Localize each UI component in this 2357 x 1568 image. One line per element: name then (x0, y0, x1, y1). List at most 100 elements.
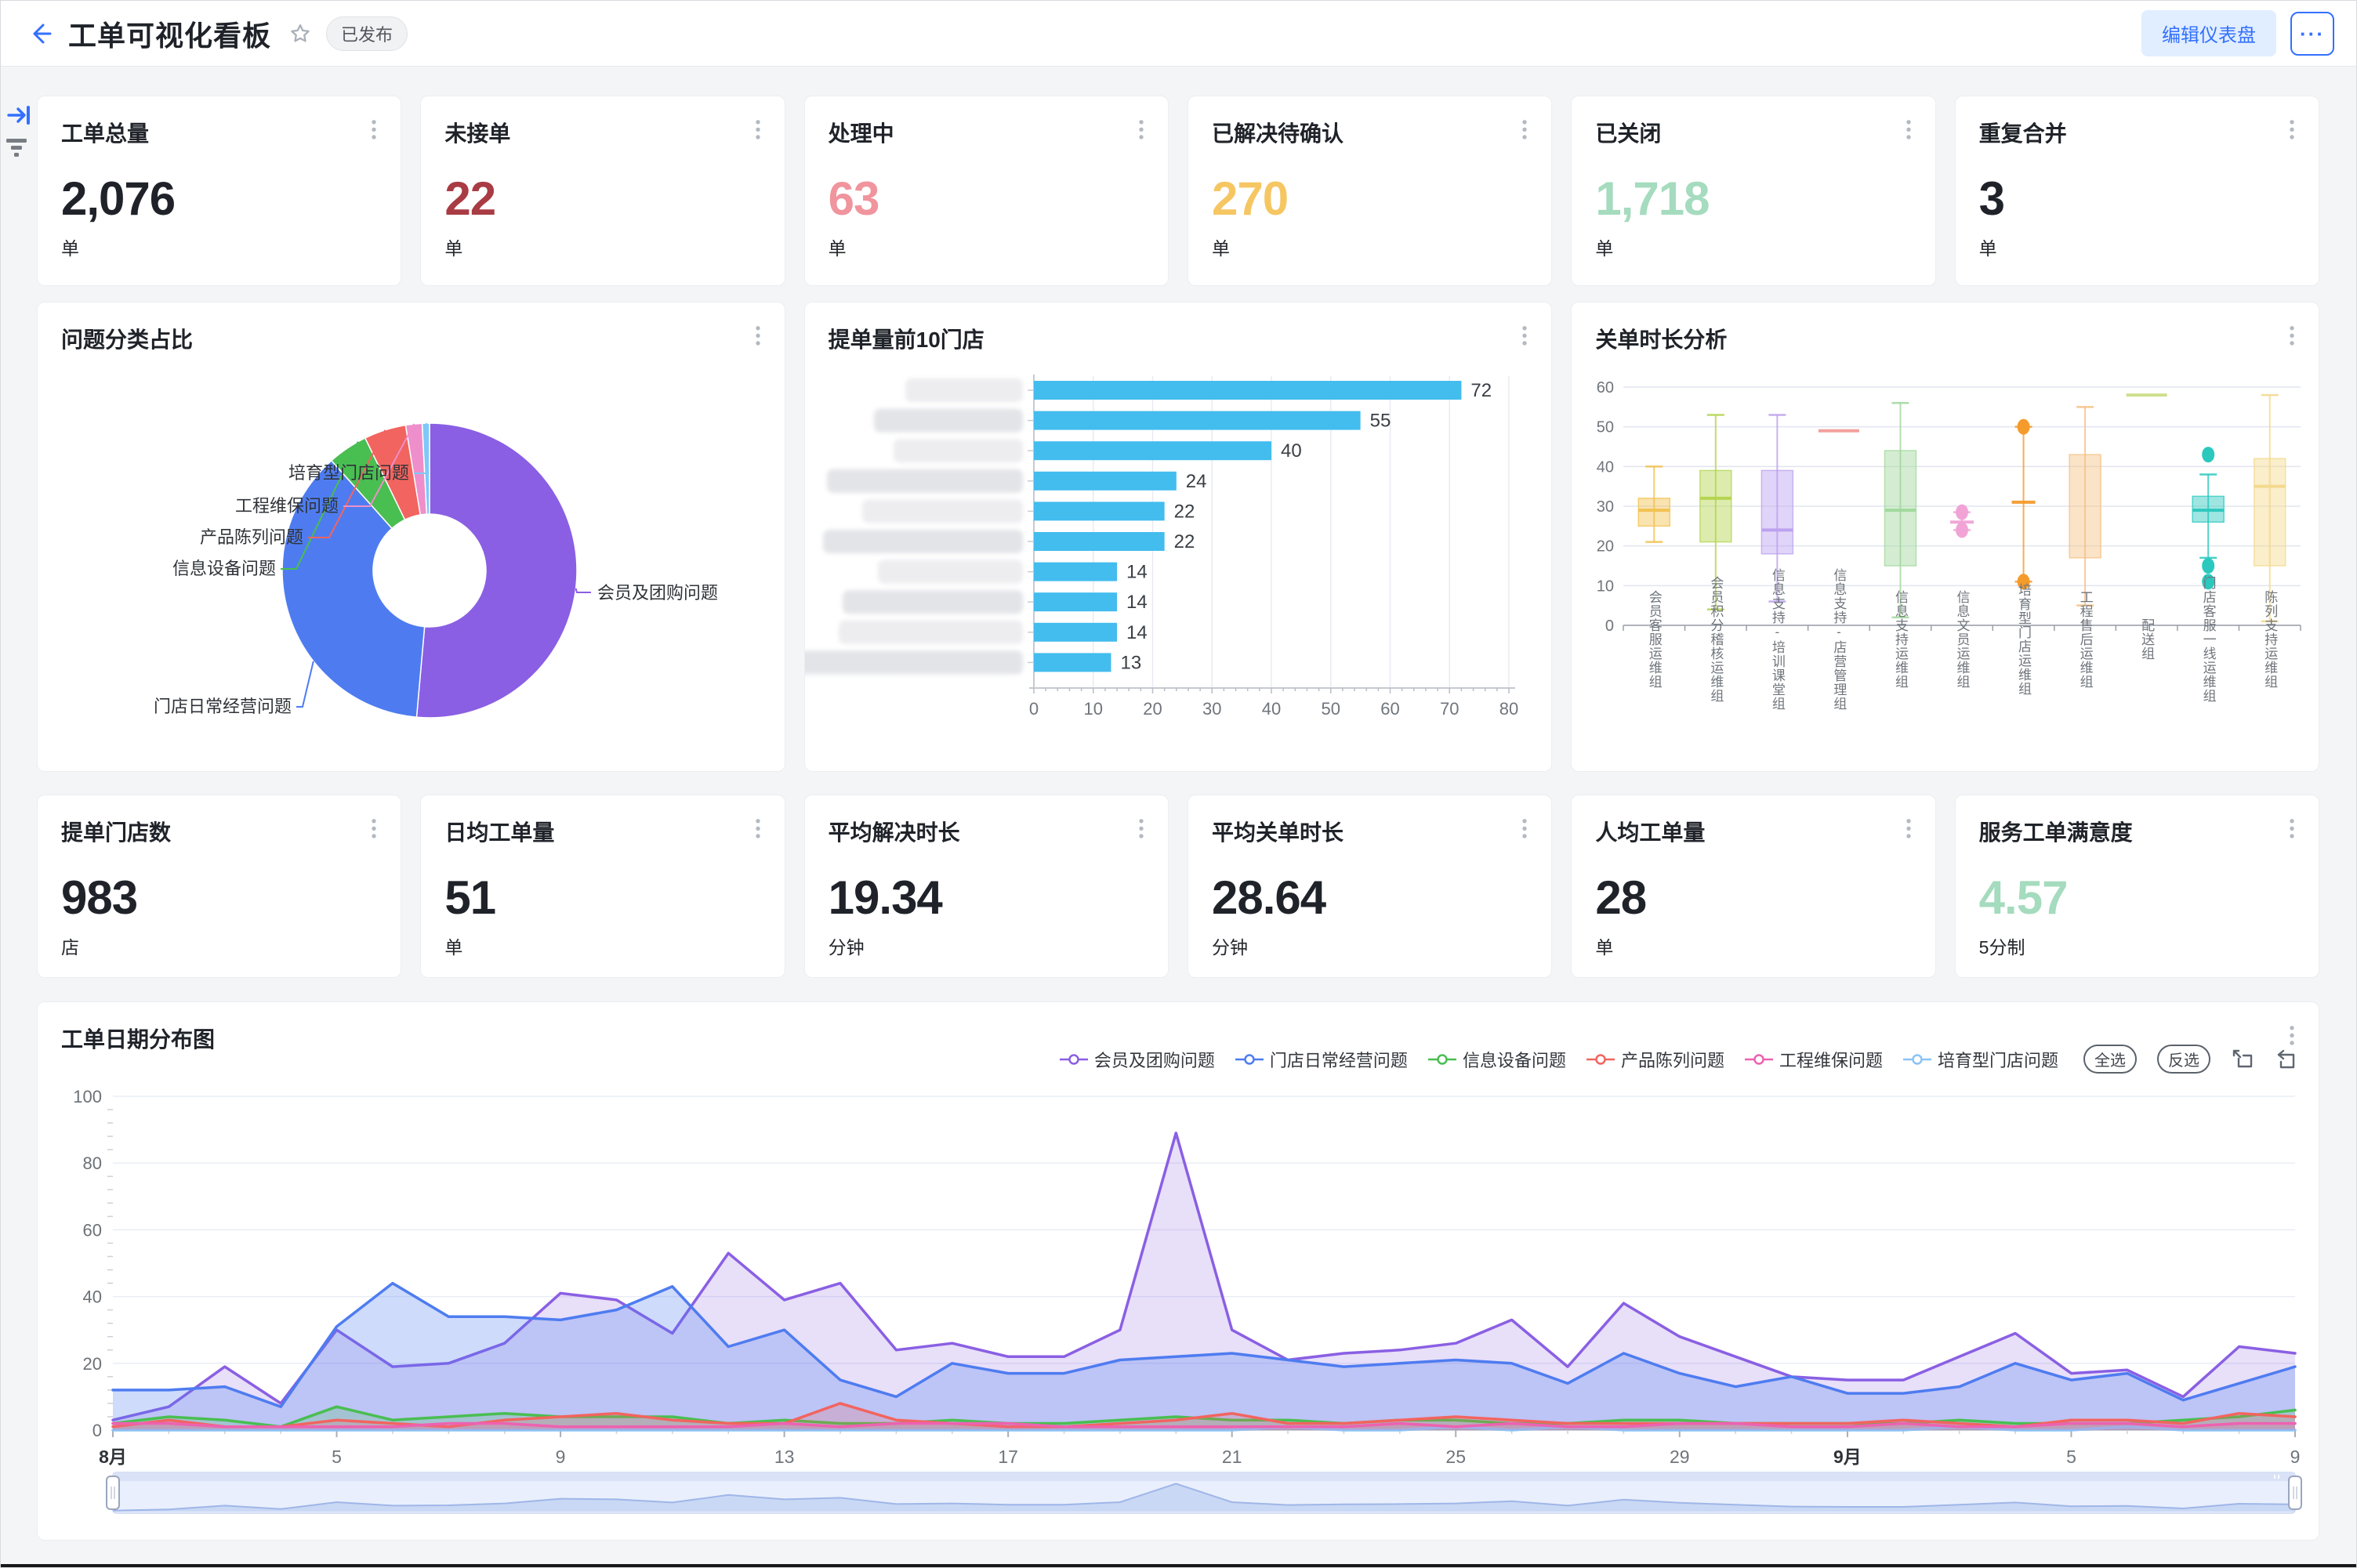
svg-text:20: 20 (83, 1354, 102, 1374)
svg-text:8月: 8月 (99, 1447, 127, 1467)
bar-chart-card: 提单量前10门店 0102030405060708072554024222214… (804, 302, 1553, 772)
card-menu-button[interactable] (1521, 118, 1528, 141)
svg-text:55: 55 (1369, 411, 1391, 432)
more-actions-button[interactable]: ··· (2290, 12, 2334, 56)
svg-text:40: 40 (1281, 440, 1302, 462)
data-zoom-icon[interactable] (2231, 1048, 2254, 1071)
svg-text:门店客服一线运维组: 门店客服一线运维组 (2201, 576, 2217, 703)
card-menu-button[interactable] (755, 817, 761, 840)
svg-text:产品陈列问题: 产品陈列问题 (200, 527, 303, 547)
kpi-card: 工单总量 2,076 单 (37, 96, 401, 286)
kpi-unit: 5分制 (1956, 925, 2319, 959)
legend-select-all-button[interactable]: 全选 (2083, 1045, 2137, 1074)
card-menu-button[interactable] (1906, 118, 1912, 141)
timeline-chart-card: 工单日期分布图 会员及团购问题门店日常经营问题信息设备问题产品陈列问题工程维保问… (37, 1001, 2319, 1541)
kpi-card: 已解决待确认 270 单 (1188, 96, 1552, 286)
legend-invert-selection-button[interactable]: 反选 (2157, 1045, 2210, 1074)
boxplot-chart: 0102030405060会员客服运维组会员积分稽核运维组信息支持-培训课堂组信… (1572, 353, 2319, 771)
svg-text:80: 80 (83, 1153, 102, 1173)
kpi-unit: 单 (421, 226, 784, 260)
kpi-card: 服务工单满意度 4.57 5分制 (1955, 795, 2319, 978)
svg-text:9: 9 (2290, 1447, 2301, 1467)
kpi-card: 重复合并 3 单 (1955, 96, 2319, 286)
kpi-title: 服务工单满意度 (1979, 816, 2133, 847)
svg-text:13: 13 (1120, 652, 1141, 673)
legend-marker-icon (1745, 1053, 1773, 1066)
chart-row: 问题分类占比 会员及团购问题门店日常经营问题信息设备问题产品陈列问题工程维保问题… (37, 302, 2319, 772)
kpi-title: 提单门店数 (61, 816, 171, 847)
page-title: 工单可视化看板 (68, 13, 271, 54)
filter-icon[interactable] (4, 136, 31, 163)
svg-text:17: 17 (998, 1447, 1018, 1467)
kpi-value: 28.64 (1188, 847, 1551, 925)
svg-text:22: 22 (1173, 531, 1195, 552)
kpi-title: 日均工单量 (444, 816, 554, 847)
svg-text:信息文员运维组: 信息文员运维组 (1955, 590, 1971, 689)
svg-text:29: 29 (1670, 1447, 1690, 1467)
svg-text:9月: 9月 (1833, 1447, 1862, 1467)
legend-item[interactable]: 产品陈列问题 (1586, 1047, 1724, 1072)
back-button[interactable] (23, 16, 57, 51)
svg-text:会员客服运维组: 会员客服运维组 (1647, 590, 1663, 689)
bar-chart: 0102030405060708072554024222214141413 (805, 353, 1552, 771)
svg-text:60: 60 (1380, 699, 1399, 719)
card-menu-button[interactable] (371, 817, 377, 840)
kpi-card: 平均解决时长 19.34 分钟 (804, 795, 1169, 978)
kpi-value: 1,718 (1572, 148, 1935, 226)
brush-handle (2289, 1476, 2301, 1509)
svg-text:80: 80 (1499, 699, 1518, 719)
svg-text:20: 20 (1143, 699, 1162, 719)
card-title: 提单量前10门店 (829, 323, 985, 354)
edit-dashboard-button[interactable]: 编辑仪表盘 (2141, 10, 2276, 56)
svg-text:13: 13 (774, 1447, 795, 1467)
svg-text:工程维保问题: 工程维保问题 (235, 496, 339, 516)
legend-item[interactable]: 培育型门店问题 (1903, 1047, 2058, 1072)
kpi-unit: 单 (1572, 925, 1935, 959)
svg-text:60: 60 (83, 1220, 102, 1240)
legend-item[interactable]: 工程维保问题 (1745, 1047, 1883, 1072)
kpi-unit: 单 (421, 925, 784, 959)
svg-text:40: 40 (1261, 699, 1280, 719)
kpi-value: 28 (1572, 847, 1935, 925)
legend-item[interactable]: 信息设备问题 (1428, 1047, 1566, 1072)
card-menu-button[interactable] (371, 118, 377, 141)
restore-icon[interactable] (2275, 1048, 2298, 1071)
datazoom-brush (107, 1472, 2301, 1513)
legend-item[interactable]: 会员及团购问题 (1060, 1047, 1215, 1072)
svg-text:陈列支持运维组: 陈列支持运维组 (2263, 590, 2279, 689)
card-menu-button[interactable] (755, 118, 761, 141)
pie-chart-card: 问题分类占比 会员及团购问题门店日常经营问题信息设备问题产品陈列问题工程维保问题… (37, 302, 785, 772)
svg-text:40: 40 (83, 1287, 102, 1307)
favorite-star-icon[interactable] (288, 22, 312, 45)
kpi-unit: 单 (38, 226, 401, 260)
svg-text:信息设备问题: 信息设备问题 (172, 559, 276, 578)
kpi-unit: 单 (1188, 226, 1551, 260)
card-menu-button[interactable] (1138, 118, 1144, 141)
timeline-row: 工单日期分布图 会员及团购问题门店日常经营问题信息设备问题产品陈列问题工程维保问… (37, 1001, 2319, 1541)
kpi-unit: 单 (1956, 226, 2319, 260)
card-menu-button[interactable] (2289, 118, 2295, 141)
legend-item[interactable]: 门店日常经营问题 (1235, 1047, 1408, 1072)
kpi-unit: 分钟 (1188, 925, 1551, 959)
kpi-row-top: 工单总量 2,076 单 未接单 22 单 处理中 63 单 已解决待确认 27… (37, 96, 2319, 286)
svg-text:0: 0 (1029, 699, 1039, 719)
card-menu-button[interactable] (1521, 324, 1528, 347)
card-menu-button[interactable] (1138, 817, 1144, 840)
collapse-panel-icon[interactable] (5, 101, 34, 133)
card-menu-button[interactable] (2289, 817, 2295, 840)
card-menu-button[interactable] (755, 324, 761, 347)
kpi-unit: 店 (38, 925, 401, 959)
card-menu-button[interactable] (1906, 817, 1912, 840)
kpi-value: 4.57 (1956, 847, 2319, 925)
kpi-value: 51 (421, 847, 784, 925)
svg-text:9: 9 (556, 1447, 566, 1467)
card-menu-button[interactable] (2289, 324, 2295, 347)
kpi-unit: 分钟 (805, 925, 1168, 959)
kpi-title: 工单总量 (61, 117, 149, 148)
svg-text:22: 22 (1173, 501, 1195, 522)
card-menu-button[interactable] (1521, 817, 1528, 840)
svg-text:14: 14 (1126, 622, 1148, 643)
window-bottom-edge (1, 1564, 2356, 1567)
kpi-title: 平均解决时长 (829, 816, 960, 847)
svg-text:70: 70 (1440, 699, 1459, 719)
